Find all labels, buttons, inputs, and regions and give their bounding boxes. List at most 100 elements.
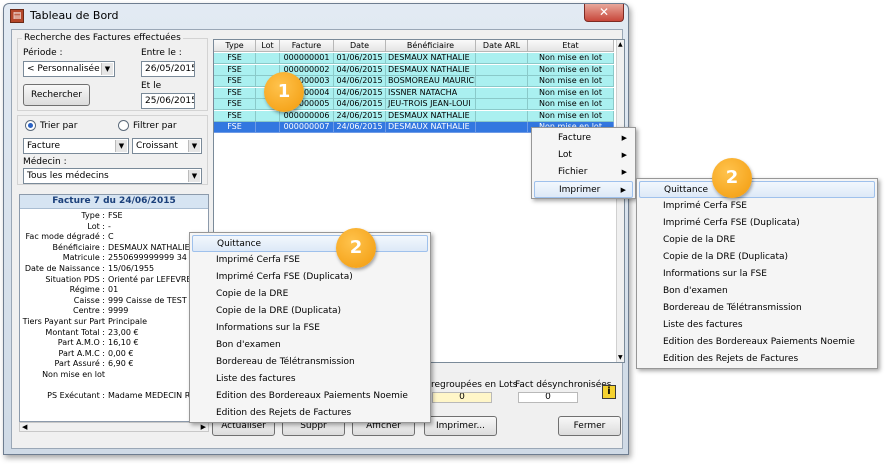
et-label: Et le [141, 81, 162, 91]
chevron-down-icon: ▼ [115, 140, 127, 152]
context-item-lot[interactable]: Lot ▶ [534, 147, 633, 164]
column-header[interactable]: Etat [528, 40, 614, 52]
rechercher-button[interactable]: Rechercher [23, 84, 90, 106]
detail-row: Caisse :999 Caisse de TEST [20, 296, 208, 306]
regroupees-count: 0 [432, 392, 492, 403]
detail-value: 2550699999999 34 [108, 253, 187, 263]
table-cell [256, 122, 280, 133]
print-menu-left: Quittance Imprimé Cerfa FSE Imprimé Cerfa … [189, 232, 431, 423]
print-submenu-item[interactable]: Bordereau de Télétransmission [639, 300, 875, 317]
detail-key: Régime : [69, 285, 105, 295]
table-cell [476, 76, 528, 87]
app-icon: ▤ [10, 9, 24, 23]
print-submenu-item[interactable]: Edition des Rejets de Factures [639, 351, 875, 368]
desync-label: Fact désynchronisées [515, 380, 612, 390]
table-vscroll[interactable]: ▲ ▼ [616, 40, 624, 362]
detail-value: 01 [108, 285, 119, 295]
filter-radio-label[interactable]: Filtrer par [133, 121, 177, 131]
column-header[interactable]: Facture [280, 40, 334, 52]
detail-value: C [108, 232, 114, 242]
print-submenu-item[interactable]: Imprimé Cerfa FSE [639, 198, 875, 215]
medecin-select[interactable]: Tous les médecins ▼ [23, 168, 202, 184]
detail-row [20, 381, 208, 391]
table-cell [476, 87, 528, 99]
detail-row: Centre :9999 [20, 306, 208, 316]
print-menu-left-item[interactable]: Imprimé Cerfa FSE [192, 252, 428, 269]
scroll-right-icon[interactable]: ▶ [201, 423, 206, 431]
print-menu-left-item[interactable]: Imprimé Cerfa FSE (Duplicata) [192, 269, 428, 286]
print-submenu-item[interactable]: Copie de la DRE [639, 232, 875, 249]
table-cell: 24/06/2015 [334, 122, 386, 133]
scroll-left-icon[interactable]: ◀ [22, 423, 27, 431]
periode-value: < Personnalisée > [27, 64, 111, 74]
column-header[interactable]: Date ARL [476, 40, 528, 52]
column-header[interactable]: Type [214, 40, 256, 52]
print-menu-left-item[interactable]: Edition des Rejets de Factures [192, 405, 428, 422]
print-submenu-item[interactable]: Informations sur la FSE [639, 266, 875, 283]
sort-radio-label[interactable]: Trier par [40, 121, 77, 131]
print-submenu: Quittance Imprimé Cerfa FSE Imprimé Cerfa … [636, 178, 878, 369]
print-menu-left-item[interactable]: Edition des Bordereaux Paiements Noemie [192, 388, 428, 405]
table-cell: FSE [214, 122, 256, 133]
detail-key: Type : [81, 211, 105, 220]
submenu-arrow-icon: ▶ [620, 186, 626, 194]
details-hscroll[interactable]: ◀ ▶ [19, 422, 209, 432]
context-item-imprimer[interactable]: Imprimer ▶ [534, 181, 633, 198]
info-icon[interactable]: i [602, 385, 616, 399]
context-item-facture[interactable]: Facture ▶ [534, 130, 633, 147]
print-menu-left-item[interactable]: Informations sur la FSE [192, 320, 428, 337]
detail-row: Bénéficiaire : DESMAUX NATHALIE [20, 243, 208, 253]
sort-order-select[interactable]: Croissant ▼ [132, 138, 202, 154]
entre-date-field[interactable]: 26/05/2015 [141, 61, 195, 77]
context-item-fichier[interactable]: Fichier ▶ [534, 164, 633, 181]
title-bar[interactable]: ▤ Tableau de Bord ✕ [4, 4, 628, 28]
table-cell: 24/06/2015 [334, 110, 386, 122]
table-row[interactable]: FSE 000000001 01/06/2015 DESMAUX NATHALIE No… [214, 53, 614, 64]
print-menu-left-item[interactable]: Bordereau de Télétransmission [192, 354, 428, 371]
sort-field-select[interactable]: Facture ▼ [23, 138, 129, 154]
desync-count: 0 [518, 392, 578, 403]
print-menu-left-item[interactable]: Bon d'examen [192, 337, 428, 354]
imprimer-button[interactable]: Imprimer... [424, 416, 497, 436]
print-submenu-item[interactable]: Edition des Bordereaux Paiements Noemie [639, 334, 875, 351]
fermer-button[interactable]: Fermer [558, 416, 621, 436]
detail-key: Non mise en lot [42, 370, 105, 379]
detail-key: Montant Total : [45, 327, 105, 337]
column-header[interactable]: Lot [256, 40, 280, 52]
column-header[interactable]: Bénéficiaire [386, 40, 476, 52]
detail-row: Tiers Payant sur Part Principale [20, 317, 208, 327]
detail-value: 16,10 € [108, 338, 139, 348]
print-submenu-item[interactable]: Bon d'examen [639, 283, 875, 300]
filter-radio[interactable] [118, 120, 129, 131]
invoice-details-header: Facture 7 du 24/06/2015 [20, 195, 208, 209]
print-submenu-item[interactable]: Liste des factures [639, 317, 875, 334]
sort-radio[interactable] [25, 120, 36, 131]
et-date-field[interactable]: 25/06/2015 [141, 93, 195, 109]
print-submenu-item[interactable]: Copie de la DRE (Duplicata) [639, 249, 875, 266]
scroll-up-icon[interactable]: ▲ [618, 41, 623, 48]
detail-key: PS Exécutant : [47, 391, 105, 401]
table-cell: Non mise en lot [528, 87, 614, 99]
print-menu-left-item[interactable]: Quittance [192, 235, 428, 252]
print-submenu-item[interactable]: Quittance [639, 181, 875, 198]
print-menu-left-item[interactable]: Liste des factures [192, 371, 428, 388]
detail-key: Centre : [73, 306, 105, 316]
detail-value: 9999 [108, 306, 129, 316]
column-header[interactable]: Date Facture [334, 40, 386, 61]
detail-row: Montant Total :23,00 € [20, 328, 208, 338]
table-cell: 04/06/2015 [334, 87, 386, 99]
table-row[interactable]: FSE 000000006 24/06/2015 DESMAUX NATHALIE No… [214, 110, 614, 122]
periode-select[interactable]: < Personnalisée > ▼ [23, 61, 115, 77]
scroll-down-icon[interactable]: ▼ [618, 354, 623, 361]
close-window-button[interactable]: ✕ [584, 4, 624, 22]
detail-key: Matricule : [62, 253, 105, 263]
periode-label: Période : [23, 48, 63, 58]
entre-label: Entre le : [141, 48, 182, 58]
print-submenu-item[interactable]: Imprimé Cerfa FSE (Duplicata) [639, 215, 875, 232]
print-menu-left-item[interactable]: Copie de la DRE [192, 286, 428, 303]
detail-key: Date de Naissance : [24, 264, 105, 273]
detail-key: Lot : [87, 221, 105, 231]
detail-row: Part A.M.O :16,10 € [20, 338, 208, 348]
print-menu-left-item[interactable]: Copie de la DRE (Duplicata) [192, 303, 428, 320]
detail-value: 23,00 € [108, 327, 139, 337]
